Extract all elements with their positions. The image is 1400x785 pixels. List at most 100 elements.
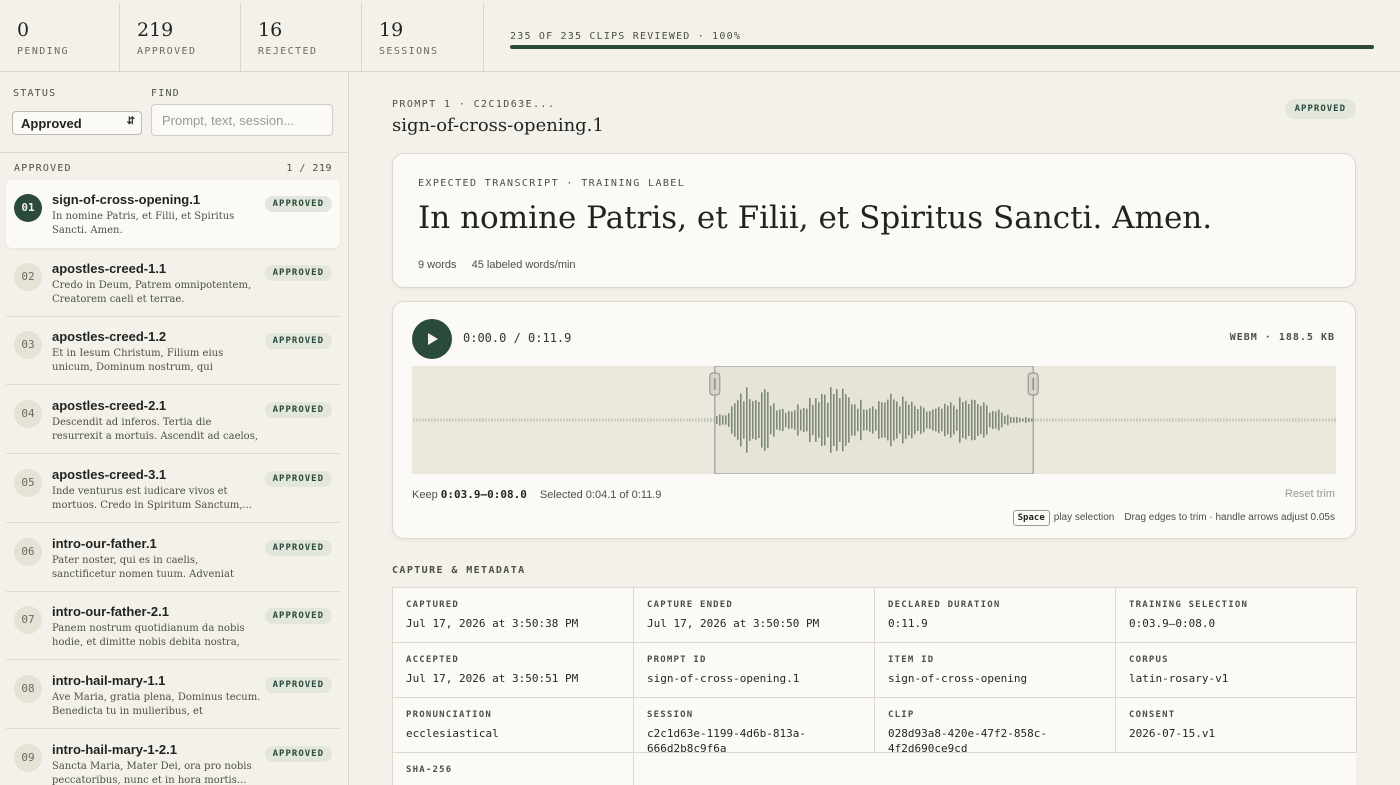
page-title: sign-of-cross-opening.1 xyxy=(392,115,604,136)
waveform-bar xyxy=(950,402,952,438)
status-select[interactable]: Approved ⇵ xyxy=(12,111,142,135)
waveform-bar xyxy=(1166,418,1168,422)
waveform-bar xyxy=(797,404,799,436)
waveform-bar xyxy=(1157,418,1159,422)
find-input[interactable]: Prompt, text, session... xyxy=(151,104,333,136)
waveform-bar xyxy=(977,404,979,436)
list-item[interactable]: 06 intro-our-father.1 Pater noster, qui es… xyxy=(6,524,340,592)
waveform-bar xyxy=(980,405,982,435)
waveform-bar xyxy=(494,418,496,422)
item-status-badge: APPROVED xyxy=(264,470,332,487)
waveform-bar xyxy=(773,403,775,437)
item-number: 03 xyxy=(14,331,42,360)
waveform-bar xyxy=(704,417,706,423)
waveform-bar xyxy=(638,418,640,422)
metadata-key: DECLARED DURATION xyxy=(888,600,1001,610)
item-text: Panem nostrum quotidianum da nobis hodie… xyxy=(52,623,245,649)
waveform-bar xyxy=(1136,418,1138,422)
waveform-bar xyxy=(1220,418,1222,422)
waveform-bar xyxy=(806,408,808,432)
metadata-cell: TRAINING SELECTION 0:03.9–0:08.0 xyxy=(1116,588,1357,643)
waveform-bar xyxy=(1181,418,1183,422)
stat-label: APPROVED xyxy=(137,46,197,57)
metadata-key: CAPTURE ENDED xyxy=(647,600,734,610)
waveform-bar xyxy=(1058,418,1060,422)
waveform-bar xyxy=(1196,418,1198,422)
waveform-bar xyxy=(782,408,784,432)
clip-detail: PROMPT 1 · C2C1D63E... sign-of-cross-ope… xyxy=(350,72,1400,785)
waveform-bar xyxy=(1115,418,1117,422)
waveform-bar xyxy=(1283,418,1285,422)
waveform-bar xyxy=(803,407,805,433)
waveform-bar xyxy=(578,418,580,422)
item-status-badge: APPROVED xyxy=(264,402,332,419)
waveform-bar xyxy=(1304,418,1306,422)
progress-label: 235 OF 235 CLIPS REVIEWED · 100% xyxy=(510,31,742,42)
waveform-bar xyxy=(1262,418,1264,422)
metadata-cell: SHA-256 xyxy=(393,753,634,785)
metadata-key: PROMPT ID xyxy=(647,655,707,665)
metadata-grid: CAPTURED Jul 17, 2026 at 3:50:38 PM CAPTUR… xyxy=(392,587,1357,785)
metadata-key: TRAINING SELECTION xyxy=(1129,600,1249,610)
list-item[interactable]: 09 intro-hail-mary-1-2.1 Sancta Maria, Mat… xyxy=(6,730,340,785)
waveform-bar xyxy=(1088,418,1090,422)
waveform-bar xyxy=(1151,418,1153,422)
waveform-bar xyxy=(737,400,739,440)
waveform-bar xyxy=(425,418,427,422)
waveform-bar xyxy=(671,418,673,422)
stat-pending: 0 PENDING xyxy=(0,3,120,71)
waveform-bar xyxy=(899,406,901,434)
waveform-bar xyxy=(770,405,772,435)
waveform-bar xyxy=(1118,418,1120,422)
waveform-bar xyxy=(677,418,679,422)
words-per-minute: 45 labeled words/min xyxy=(471,259,576,271)
metadata-key: CORPUS xyxy=(1129,655,1169,665)
list-item[interactable]: 02 apostles-creed-1.1 Credo in Deum, Patre… xyxy=(6,249,340,317)
item-title: apostles-creed-3.1 xyxy=(52,466,167,482)
waveform-bar xyxy=(428,418,430,422)
list-item[interactable]: 04 apostles-creed-2.1 Descendit ad inferos… xyxy=(6,386,340,455)
item-text: Descendit ad inferos. Tertia die resurre… xyxy=(52,417,259,443)
waveform-bar xyxy=(707,417,709,423)
waveform-bar xyxy=(485,418,487,422)
waveform-bar xyxy=(596,418,598,422)
list-item[interactable]: 03 apostles-creed-1.2 Et in Iesum Christum… xyxy=(6,317,340,386)
waveform-bar xyxy=(692,418,694,422)
waveform-bar xyxy=(584,418,586,422)
item-title: intro-our-father.1 xyxy=(52,535,157,551)
waveform-bar xyxy=(1163,418,1165,422)
waveform-trimmer[interactable] xyxy=(412,366,1336,474)
waveform-bar xyxy=(491,418,493,422)
waveform-bar xyxy=(872,406,874,434)
progress-fill xyxy=(510,45,1374,49)
item-text: Inde venturus est iudicare vivos et mort… xyxy=(52,485,253,511)
waveform-bar xyxy=(1298,418,1300,422)
list-item[interactable]: 01 sign-of-cross-opening.1 In nomine Patri… xyxy=(6,180,340,248)
item-title: intro-hail-mary-1.1 xyxy=(52,672,166,688)
stat-value: 19 xyxy=(379,19,404,41)
waveform-bar xyxy=(749,399,751,441)
waveform-bar xyxy=(824,394,826,446)
list-item[interactable]: 07 intro-our-father-2.1 Panem nostrum quot… xyxy=(6,592,340,661)
waveform-bar xyxy=(992,411,994,429)
waveform-bar xyxy=(1331,418,1333,422)
waveform-bar xyxy=(1007,414,1009,426)
waveform-bar xyxy=(989,412,991,428)
metadata-key: ACCEPTED xyxy=(406,655,459,665)
waveform-bar xyxy=(545,418,547,422)
list-item[interactable]: 05 apostles-creed-3.1 Inde venturus est iu… xyxy=(6,455,340,523)
waveform-bar xyxy=(998,409,1000,431)
stat-label: SESSIONS xyxy=(379,46,439,57)
waveform-bar xyxy=(836,389,838,451)
waveform-bar xyxy=(875,409,877,431)
stat-sessions: 19 SESSIONS xyxy=(362,3,484,71)
reset-trim-button[interactable]: Reset trim xyxy=(1285,488,1335,500)
waveform-bar xyxy=(983,402,985,438)
list-item[interactable]: 08 intro-hail-mary-1.1 Ave Maria, gratia p… xyxy=(6,661,340,729)
waveform-bar xyxy=(617,418,619,422)
waveform-bar xyxy=(467,418,469,422)
waveform-bar xyxy=(815,397,817,443)
play-button[interactable] xyxy=(412,319,452,359)
waveform-bar xyxy=(1316,418,1318,422)
waveform-bar xyxy=(1265,418,1267,422)
